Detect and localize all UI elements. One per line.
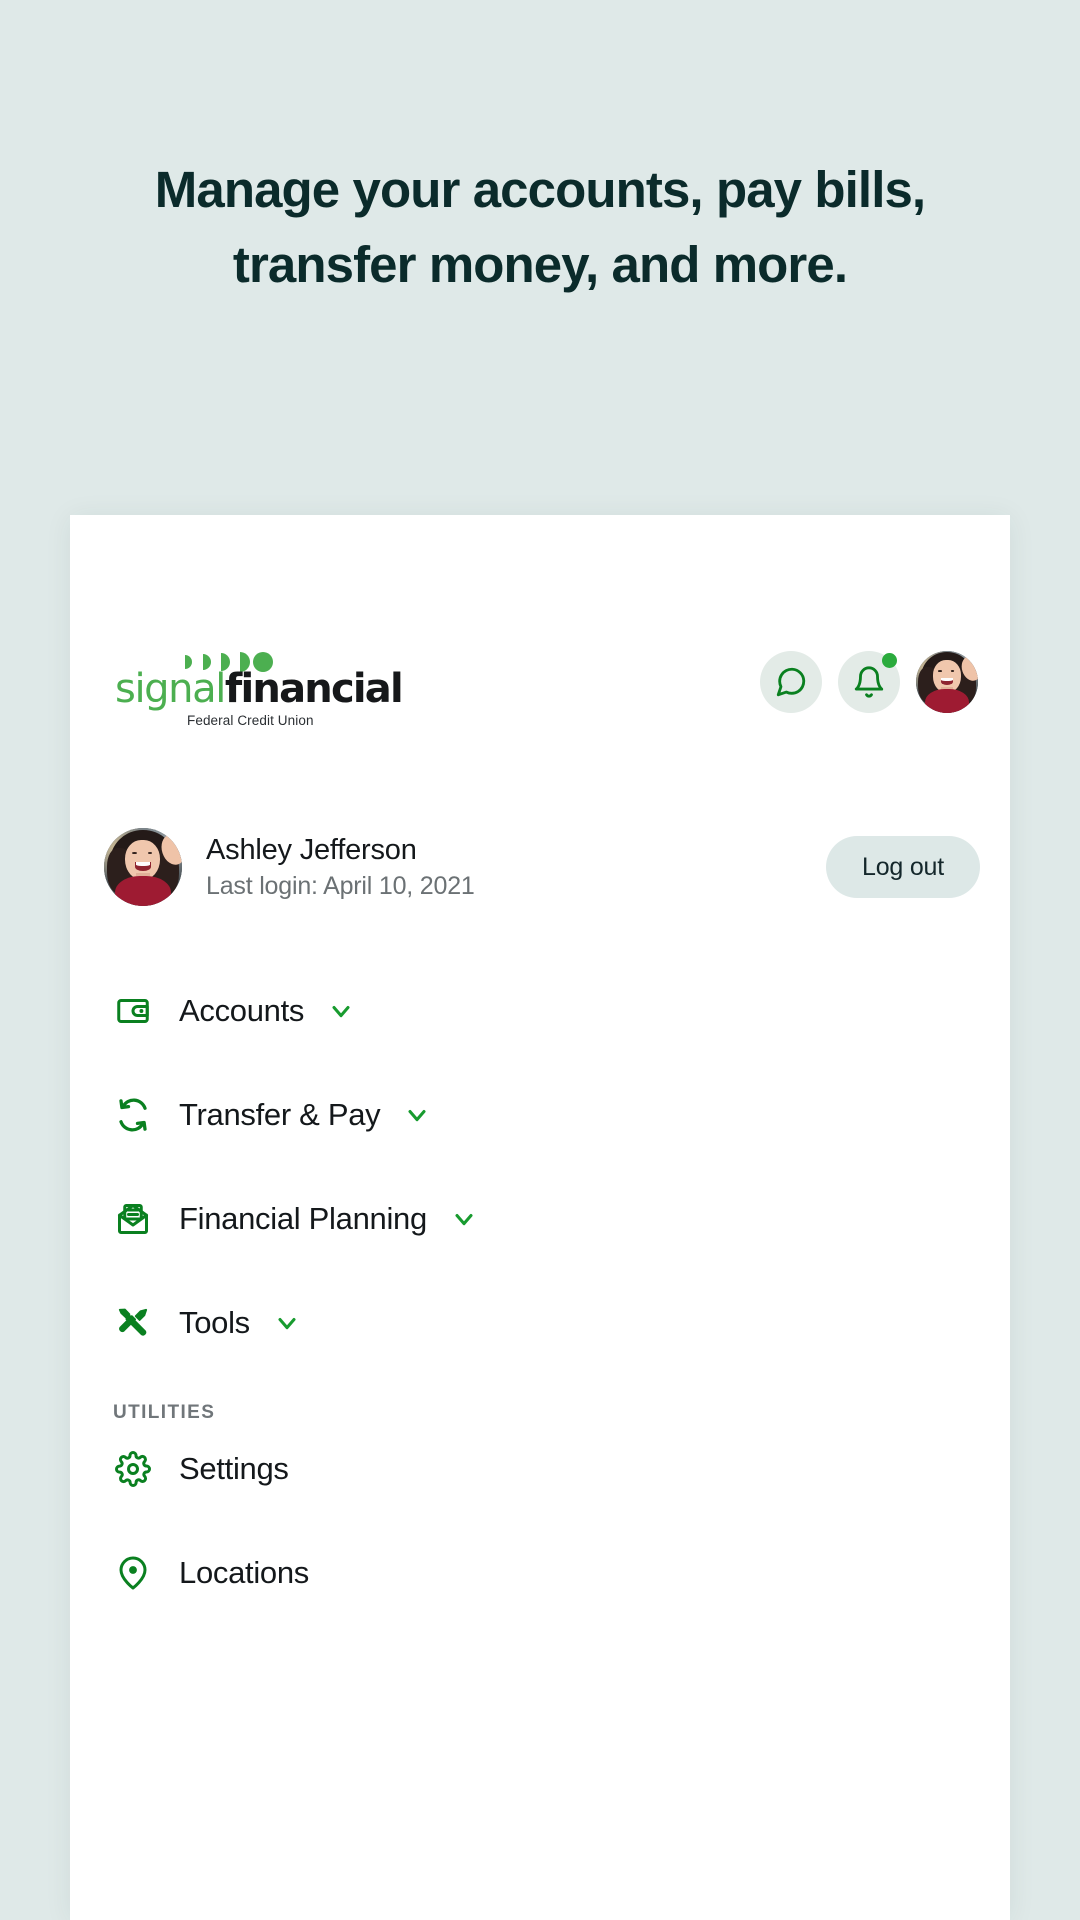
bell-icon xyxy=(854,666,884,698)
logo-financial-text: financial xyxy=(224,666,404,712)
sidebar-item-settings[interactable]: Settings xyxy=(70,1428,1010,1510)
user-text-block: Ashley Jefferson Last login: April 10, 2… xyxy=(206,831,826,903)
user-avatar xyxy=(104,828,182,906)
sidebar-item-financial-planning[interactable]: Financial Planning xyxy=(70,1178,1010,1260)
user-last-login: Last login: April 10, 2021 xyxy=(206,872,475,900)
user-avatar-photo xyxy=(104,828,182,906)
brand-logo[interactable]: signalfinancial Federal Credit Union xyxy=(115,651,404,751)
section-label-utilities: UTILITIES xyxy=(113,1402,216,1423)
page-title-line-2: transfer money, and more. xyxy=(232,236,848,293)
header-actions xyxy=(760,651,978,713)
sidebar-item-label: Tools xyxy=(179,1305,250,1340)
envelope-document-icon xyxy=(113,1199,153,1239)
avatar-photo xyxy=(916,651,978,713)
page-title: Manage your accounts, pay bills, transfe… xyxy=(0,152,1080,302)
sidebar-item-transfer-pay[interactable]: Transfer & Pay xyxy=(70,1074,1010,1156)
sidebar-item-accounts[interactable]: Accounts xyxy=(70,970,1010,1052)
user-name: Ashley Jefferson xyxy=(206,834,417,866)
sidebar-item-label: Financial Planning xyxy=(179,1201,427,1236)
user-summary-row: Ashley Jefferson Last login: April 10, 2… xyxy=(70,817,1010,917)
wallet-icon xyxy=(113,991,153,1031)
notifications-button[interactable] xyxy=(838,651,900,713)
logo-wordmark: signalfinancial xyxy=(115,665,404,713)
profile-avatar-button[interactable] xyxy=(916,651,978,713)
notification-badge-dot xyxy=(882,653,897,668)
sidebar-item-label: Locations xyxy=(179,1555,310,1590)
sidebar-item-locations[interactable]: Locations xyxy=(70,1532,1010,1614)
chevron-down-icon[interactable] xyxy=(449,1204,479,1234)
chevron-down-icon[interactable] xyxy=(402,1100,432,1130)
hammer-screwdriver-icon xyxy=(113,1303,153,1343)
logout-button[interactable]: Log out xyxy=(825,836,980,898)
app-card: signalfinancial Federal Credit Union Ash… xyxy=(70,515,1010,1920)
messages-button[interactable] xyxy=(760,651,822,713)
map-pin-icon xyxy=(113,1553,153,1593)
sidebar-item-label: Accounts xyxy=(179,993,305,1028)
gear-icon xyxy=(113,1449,153,1489)
sidebar-item-label: Settings xyxy=(179,1451,289,1486)
card-header: signalfinancial Federal Credit Union xyxy=(70,645,1010,755)
sync-arrows-icon xyxy=(113,1095,153,1135)
chevron-down-icon[interactable] xyxy=(326,996,356,1026)
page-title-line-1: Manage your accounts, pay bills, xyxy=(154,161,926,218)
chevron-down-icon[interactable] xyxy=(272,1308,302,1338)
logo-signal-text: signal xyxy=(115,666,226,712)
sidebar-item-tools[interactable]: Tools xyxy=(70,1282,1010,1364)
logo-tagline: Federal Credit Union xyxy=(187,713,314,728)
chat-bubble-icon xyxy=(776,667,806,697)
sidebar-nav: Accounts Transfer & Pay Financial Planni… xyxy=(70,970,1010,1614)
sidebar-item-label: Transfer & Pay xyxy=(179,1097,381,1132)
